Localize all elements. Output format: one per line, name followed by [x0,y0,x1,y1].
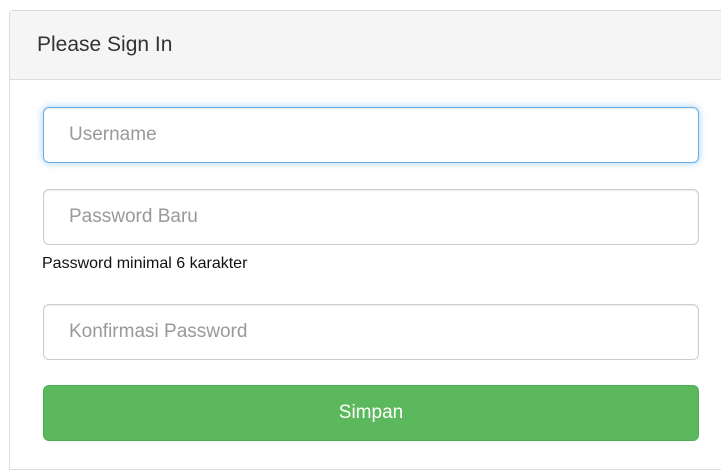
save-button[interactable]: Simpan [43,385,699,441]
new-password-input[interactable] [43,189,699,245]
username-input[interactable] [43,107,699,163]
panel-title: Please Sign In [37,33,173,56]
panel-heading: Please Sign In [10,11,721,80]
password-help-text: Password minimal 6 karakter [42,255,248,272]
sign-in-panel: Please Sign In Password minimal 6 karakt… [9,10,721,470]
confirm-password-input[interactable] [43,304,699,360]
